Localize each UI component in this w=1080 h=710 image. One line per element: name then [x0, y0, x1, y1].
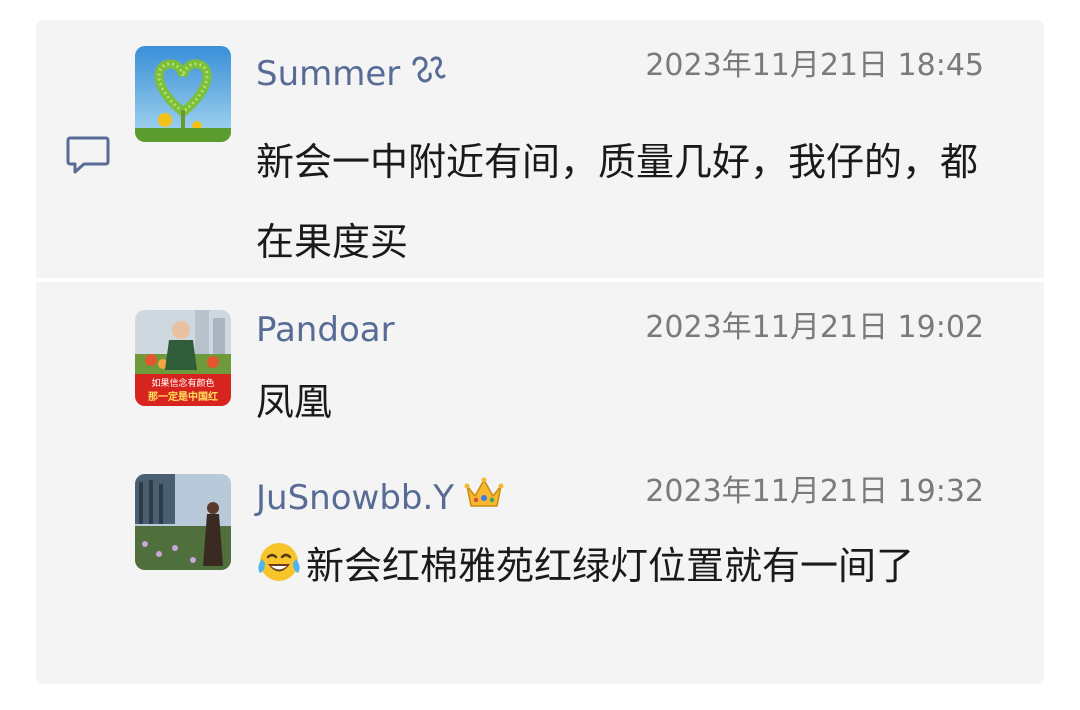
laughing-tears-emoji-icon — [256, 532, 302, 581]
timestamp: 2023年11月21日 19:02 — [645, 310, 984, 345]
username-text[interactable]: JuSnowbb.Y — [256, 478, 454, 518]
comment-thread: Summer 2023年11月21日 18:45 新会一中附近有间，质量几好，我… — [0, 0, 1080, 710]
username-text[interactable]: Pandoar — [256, 310, 395, 350]
crown-icon — [464, 476, 504, 519]
decorative-glyph-icon — [410, 50, 446, 97]
timestamp: 2023年11月21日 19:32 — [645, 474, 984, 509]
comment-text[interactable]: 凤凰 — [256, 362, 986, 442]
comment-text[interactable]: 新会一中附近有间，质量几好，我仔的，都在果度买 — [256, 122, 986, 282]
username-summer[interactable]: Summer — [256, 50, 446, 97]
username-jusnowbb[interactable]: JuSnowbb.Y — [256, 476, 504, 519]
avatar-banner-line2: 那一定是中国红 — [148, 390, 218, 403]
comment-text[interactable]: 新会红棉雅苑红绿灯位置就有一间了 — [256, 526, 986, 606]
timestamp: 2023年11月21日 18:45 — [645, 48, 984, 83]
username-pandoar[interactable]: Pandoar — [256, 310, 395, 350]
avatar-summer[interactable] — [135, 46, 231, 142]
avatar-jusnowbb[interactable] — [135, 474, 231, 570]
username-text[interactable]: Summer — [256, 54, 400, 94]
comment-icon[interactable] — [64, 132, 112, 178]
comment-text-body[interactable]: 新会红棉雅苑红绿灯位置就有一间了 — [306, 544, 914, 588]
avatar-pandoar[interactable]: 如果信念有颜色 那一定是中国红 — [135, 310, 231, 406]
avatar-banner-line1: 如果信念有颜色 — [151, 377, 214, 389]
